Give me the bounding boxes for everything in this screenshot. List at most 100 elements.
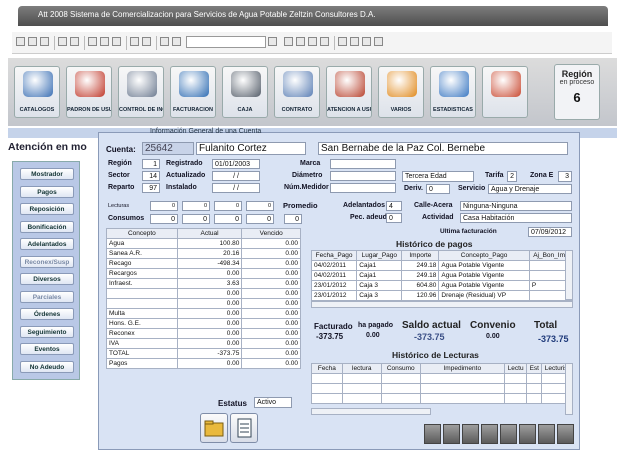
sector-field[interactable]: 14 bbox=[142, 171, 160, 181]
ledger-row[interactable]: Pagos 0.00 0.00 bbox=[106, 358, 301, 369]
consumos-field[interactable]: 0 bbox=[246, 214, 274, 224]
document-button[interactable] bbox=[230, 413, 258, 443]
nav-button-4[interactable] bbox=[500, 424, 517, 444]
module-button-7[interactable]: VARIOS bbox=[378, 66, 424, 118]
ledger-row[interactable]: Sanea A.R. 20.16 0.00 bbox=[106, 248, 301, 259]
module-button-1[interactable]: PADRÓN DE USUARIOS bbox=[66, 66, 112, 118]
edit-icon[interactable] bbox=[172, 37, 181, 46]
nav-button-7[interactable] bbox=[557, 424, 574, 444]
tarifa-field[interactable]: 2 bbox=[507, 171, 517, 182]
pec-field[interactable]: 0 bbox=[386, 213, 402, 223]
pagos-vertical-scrollbar[interactable] bbox=[565, 250, 573, 300]
tool-f-icon[interactable] bbox=[350, 37, 359, 46]
reading-row[interactable] bbox=[311, 373, 573, 384]
module-button-5[interactable]: CONTRATO bbox=[274, 66, 320, 118]
payment-row[interactable]: 04/02/2011 Caja1 249.18 Agua Potable Vigent… bbox=[310, 260, 574, 271]
sidebar-button[interactable]: Seguimiento bbox=[20, 325, 74, 338]
reparto-field[interactable]: 97 bbox=[142, 183, 160, 193]
column-header[interactable]: Consumo bbox=[380, 363, 421, 374]
tool-d-icon[interactable] bbox=[320, 37, 329, 46]
column-header[interactable]: Importe bbox=[401, 250, 440, 261]
exclamation-icon[interactable] bbox=[160, 37, 169, 46]
nav-button-3[interactable] bbox=[481, 424, 498, 444]
sidebar-button[interactable]: Pagos bbox=[20, 185, 74, 198]
module-button-4[interactable]: CAJA bbox=[222, 66, 268, 118]
tool-c-icon[interactable] bbox=[308, 37, 317, 46]
paste-icon[interactable] bbox=[112, 37, 121, 46]
tool-e-icon[interactable] bbox=[338, 37, 347, 46]
sidebar-button[interactable]: Órdenes bbox=[20, 308, 74, 320]
lecturas-field[interactable]: 0 bbox=[150, 201, 178, 211]
column-header[interactable]: Lugar_Pago bbox=[356, 250, 403, 261]
nav-button-2[interactable] bbox=[462, 424, 479, 444]
tool-a-icon[interactable] bbox=[284, 37, 293, 46]
nav-button-5[interactable] bbox=[519, 424, 536, 444]
adelantados-field[interactable]: 4 bbox=[386, 201, 402, 211]
consumos-promedio-field[interactable]: 0 bbox=[284, 214, 302, 224]
payment-row[interactable]: 23/01/2012 Caja 3 120.96 Drenaje (Residual)… bbox=[310, 290, 574, 301]
ledger-row[interactable]: Reconex 0.00 0.00 bbox=[106, 328, 301, 339]
print-preview-icon[interactable] bbox=[70, 37, 79, 46]
module-button-2[interactable]: CONTROL DE INGRESOS bbox=[118, 66, 164, 118]
actividad-field[interactable]: Casa Habitación bbox=[460, 213, 572, 223]
consumos-field[interactable]: 0 bbox=[182, 214, 210, 224]
diametro-field[interactable] bbox=[330, 171, 396, 181]
sidebar-button[interactable]: No Adeudo bbox=[20, 360, 74, 373]
nav-button-0[interactable] bbox=[424, 424, 441, 444]
toolbar-combo[interactable] bbox=[186, 36, 266, 48]
sidebar-button[interactable]: Mostrador bbox=[20, 168, 74, 180]
payment-row[interactable]: 04/02/2011 Caja1 249.18 Agua Potable Vigent… bbox=[310, 270, 574, 281]
column-header[interactable]: lectura bbox=[341, 363, 382, 374]
lecturas-field[interactable]: 0 bbox=[182, 201, 210, 211]
sidebar-button[interactable]: Parciales bbox=[20, 290, 74, 303]
reading-row[interactable] bbox=[311, 393, 573, 404]
module-button-3[interactable]: FACTURACIÓN bbox=[170, 66, 216, 118]
column-header[interactable]: Impedimento bbox=[419, 363, 505, 374]
column-header[interactable]: Vencido bbox=[241, 228, 301, 239]
cut-icon[interactable] bbox=[88, 37, 97, 46]
sidebar-button[interactable]: Reposición bbox=[20, 203, 74, 215]
tarifa-grupo-field[interactable]: Tercera Edad bbox=[402, 171, 474, 182]
copy-icon[interactable] bbox=[100, 37, 109, 46]
calle-field[interactable]: Ninguna-Ninguna bbox=[460, 201, 572, 211]
consumos-field[interactable]: 0 bbox=[150, 214, 178, 224]
undo-icon[interactable] bbox=[130, 37, 139, 46]
module-button-0[interactable]: CATÁLOGOS bbox=[14, 66, 60, 118]
tool-g-icon[interactable] bbox=[362, 37, 371, 46]
medidor-field[interactable] bbox=[330, 183, 396, 193]
ledger-row[interactable]: Multa 0.00 0.00 bbox=[106, 308, 301, 319]
tool-h-icon[interactable] bbox=[374, 37, 383, 46]
zona-field[interactable]: 3 bbox=[558, 171, 572, 182]
registrado-field[interactable]: 01/01/2003 bbox=[212, 159, 260, 169]
lecturas-horizontal-scrollbar[interactable] bbox=[311, 408, 431, 415]
direccion-field[interactable]: San Bernabe de la Paz Col. Bernebe bbox=[318, 142, 568, 155]
sidebar-button[interactable]: Diversos bbox=[20, 273, 74, 285]
lecturas-field[interactable]: 0 bbox=[214, 201, 242, 211]
nombre-field[interactable]: Fulanito Cortez bbox=[196, 142, 306, 155]
lecturas-field[interactable]: 0 bbox=[246, 201, 274, 211]
open-icon[interactable] bbox=[28, 37, 37, 46]
nav-button-6[interactable] bbox=[538, 424, 555, 444]
save-icon[interactable] bbox=[40, 37, 49, 46]
module-button-9[interactable] bbox=[482, 66, 528, 118]
instalado-field[interactable]: / / bbox=[212, 183, 260, 193]
column-header[interactable]: Est bbox=[526, 363, 543, 374]
column-header[interactable]: Actual bbox=[176, 228, 243, 239]
column-header[interactable]: Fecha bbox=[311, 363, 343, 374]
tool-b-icon[interactable] bbox=[296, 37, 305, 46]
module-button-6[interactable]: ATENCIÓN A USUARIOS bbox=[326, 66, 372, 118]
estatus-field[interactable]: Activo bbox=[254, 397, 292, 408]
column-header[interactable]: Concepto_Pago bbox=[438, 250, 530, 261]
ledger-row[interactable]: Hons. G.E. 0.00 0.00 bbox=[106, 318, 301, 329]
ledger-row[interactable]: 0.00 0.00 bbox=[106, 298, 301, 309]
print-icon[interactable] bbox=[58, 37, 67, 46]
redo-icon[interactable] bbox=[142, 37, 151, 46]
nav-button-1[interactable] bbox=[443, 424, 460, 444]
module-button-8[interactable]: ESTADISTICAS bbox=[430, 66, 476, 118]
column-header[interactable]: Lectu bbox=[503, 363, 528, 374]
sidebar-button[interactable]: Reconex/Susp bbox=[20, 255, 74, 268]
actualizado-field[interactable]: / / bbox=[212, 171, 260, 181]
ledger-row[interactable]: IVA 0.00 0.00 bbox=[106, 338, 301, 349]
sidebar-button[interactable]: Adelantados bbox=[20, 238, 74, 250]
new-icon[interactable] bbox=[16, 37, 25, 46]
